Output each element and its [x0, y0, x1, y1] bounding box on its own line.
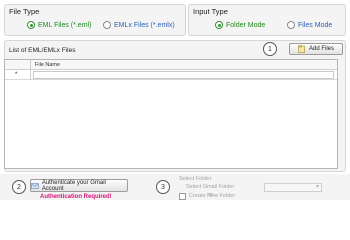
create-new-folder-checkbox[interactable] [179, 193, 186, 200]
radio-folder-dot[interactable] [215, 21, 223, 29]
grid-corner [5, 60, 31, 70]
select-gmail-folder-label: Select Gmail Folder [186, 184, 235, 190]
authentication-status: Authentication Required! [40, 194, 112, 200]
radio-eml-label: EML Files (*.eml) [38, 21, 92, 29]
gmail-folder-select[interactable] [264, 183, 322, 192]
radio-files-label: Files Mode [298, 21, 333, 29]
add-files-icon [298, 45, 305, 53]
radio-folder-label: Folder Mode [226, 21, 266, 29]
create-new-folder-label: Create New Folder [189, 193, 236, 199]
authenticate-gmail-button[interactable]: Authenticate your Gmail Account [30, 179, 128, 192]
row-marker: * [5, 70, 31, 80]
add-files-label: Add Files [308, 46, 334, 52]
files-list-label: List of EML/EMLx Files [9, 47, 76, 54]
step-1-badge: 1 [263, 42, 277, 56]
radio-emlx-dot[interactable] [103, 21, 111, 29]
grid-header: File Name [5, 60, 337, 70]
radio-files-mode[interactable]: Files Mode [287, 21, 332, 29]
authenticate-icon [31, 182, 39, 189]
step-3-badge: 3 [156, 180, 170, 194]
radio-emlx-files[interactable]: EMLx Files (*.emlx) [103, 21, 175, 29]
radio-files-dot[interactable] [287, 21, 295, 29]
radio-eml-dot[interactable] [27, 21, 35, 29]
file-type-title: File Type [9, 7, 40, 16]
radio-eml-files[interactable]: EML Files (*.eml) [27, 21, 91, 29]
select-folder-label: Select Folder [179, 176, 212, 182]
radio-emlx-label: EMLx Files (*.emlx) [114, 21, 175, 29]
add-files-button[interactable]: Add Files [289, 43, 343, 55]
input-type-title: Input Type [193, 7, 228, 16]
file-type-group: File Type EML Files (*.eml) EMLx Files (… [4, 4, 186, 36]
radio-folder-mode[interactable]: Folder Mode [215, 21, 265, 29]
files-grid[interactable]: File Name * [4, 59, 338, 169]
file-name-cell[interactable] [33, 71, 334, 79]
authenticate-gmail-label: Authenticate your Gmail Account [41, 179, 106, 192]
step-2-badge: 2 [12, 180, 26, 194]
column-header-file-name[interactable]: File Name [35, 62, 60, 68]
table-row[interactable]: * [5, 70, 337, 80]
input-type-group: Input Type Folder Mode Files Mode [188, 4, 346, 36]
